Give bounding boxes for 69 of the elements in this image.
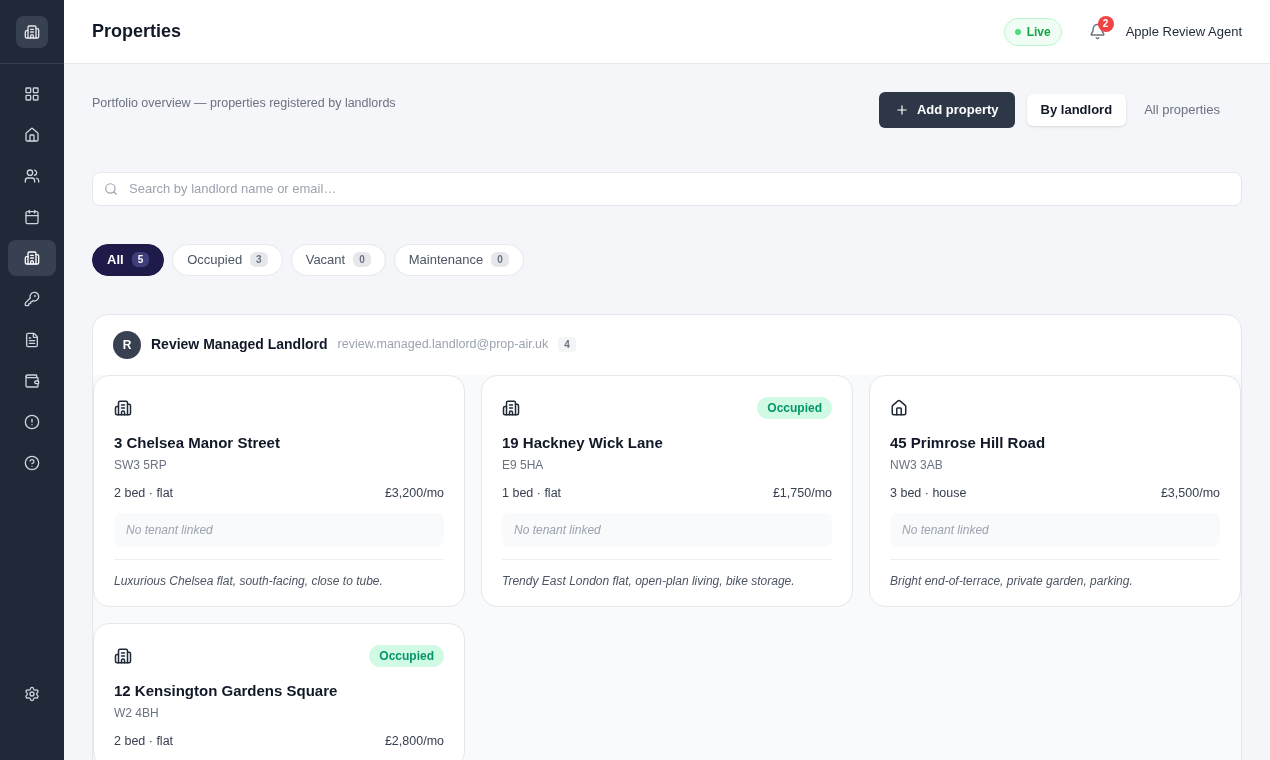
building-icon [114,646,132,665]
filter-count: 0 [491,252,509,267]
property-description: Luxurious Chelsea flat, south-facing, close to tube. [114,572,384,590]
users-icon [24,168,40,184]
dashboard-icon [24,86,40,102]
view-tab[interactable]: By landlord [1026,94,1127,126]
property-address: 19 Hackney Wick Lane [502,432,664,453]
rent: £2,800/mo [384,733,444,751]
settings-icon [24,686,40,702]
nav-item[interactable] [8,240,56,276]
landlord-name: Review Managed Landlord [151,335,328,354]
plus-icon [895,102,909,117]
status-badge: Occupied [757,396,832,419]
building-icon [114,398,132,417]
postcode: E9 5HA [502,457,545,474]
live-badge: Live [1003,17,1062,46]
house-icon [890,398,908,417]
notifications-button[interactable]: 2 [1081,15,1114,48]
help-icon [24,455,40,471]
tenant-status: No tenant linked [114,512,444,547]
filter-chip[interactable]: All 5 [92,243,165,276]
key-icon [24,291,40,307]
rent: £1,750/mo [772,485,832,502]
filter-count: 3 [250,252,268,267]
property-details: 3 bed · house [890,485,967,502]
property-details: 2 bed · flat [114,485,174,502]
status-badge: Occupied [369,644,444,667]
property-card[interactable]: 45 Primrose Hill Road NW3 3AB 3 bed · house £3,500/mo No tenant linked Bright end-of-terrace, private garden, parking. [869,374,1241,607]
filter-count: 0 [353,252,371,267]
wallet-icon [24,373,40,389]
filter-count: 5 [131,252,150,267]
postcode: NW3 3AB [890,457,944,474]
filter-chip[interactable]: Occupied 3 [172,243,283,276]
calendar-icon [24,209,40,225]
property-details: 1 bed · flat [502,485,562,502]
landlord-avatar: R [113,330,141,359]
postcode: SW3 5RP [114,457,168,474]
property-card[interactable]: Occupied 12 Kensington Gardens Square W2 4BH 2 bed · flat £2,800/mo [93,622,465,760]
rent: £3,200/mo [384,485,444,502]
building-icon [502,398,520,417]
property-address: 12 Kensington Gardens Square [114,680,339,701]
tenant-status: No tenant linked [890,512,1220,547]
postcode: W2 4BH [114,705,160,723]
property-description: Bright end-of-terrace, private garden, parking. [890,572,1134,590]
alert-icon [24,414,40,430]
property-description: Trendy East London flat, open-plan living, bike storage. [502,572,796,590]
user-name[interactable]: Apple Review Agent [1125,21,1242,42]
tenant-status: No tenant linked [502,512,832,547]
rent: £3,500/mo [1160,485,1220,502]
page-subtitle: Portfolio overview — properties registered by landlords [92,95,396,112]
property-details: 2 bed · flat [114,733,174,751]
property-address: 3 Chelsea Manor Street [114,432,281,453]
search-field[interactable]: Search by landlord name or email… [92,171,1242,206]
search-icon [104,181,118,196]
property-card[interactable]: Occupied 19 Hackney Wick Lane E9 5HA 1 bed · flat £1,750/mo No tenant linked Trendy East London flat, open-plan living, bike storage. [481,374,853,607]
property-address: 45 Primrose Hill Road [890,432,1047,453]
filter-chip[interactable]: Vacant 0 [290,243,386,276]
view-tab[interactable]: All properties [1130,94,1234,126]
property-card[interactable]: 3 Chelsea Manor Street SW3 5RP 2 bed · flat £3,200/mo No tenant linked Luxurious Chelsea flat, south-facing, close to tube. [93,374,465,607]
property-count: 4 [558,337,576,352]
notification-count: 2 [1097,15,1114,32]
home-icon [24,127,40,143]
filter-chip[interactable]: Maintenance 0 [393,243,524,276]
document-icon [24,332,40,348]
logo-icon[interactable] [16,15,48,48]
landlord-email: review.managed.landlord@prop-air.uk [337,336,549,354]
add-property-button[interactable]: Add property [879,92,1015,128]
page-title: Properties [92,20,182,43]
building-icon [24,250,40,266]
